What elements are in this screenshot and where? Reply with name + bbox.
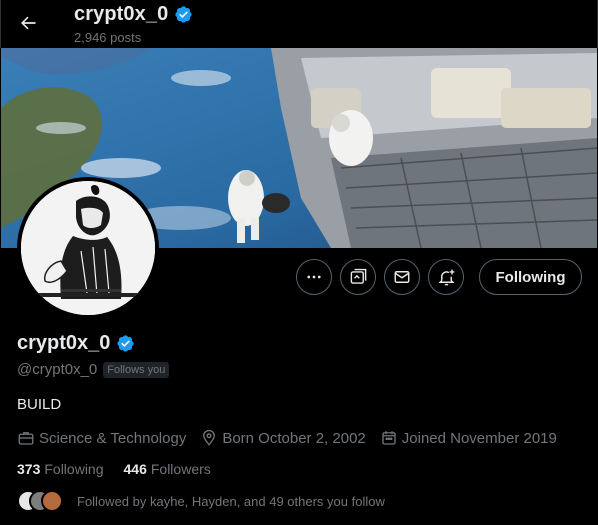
post-count: 2,946 posts xyxy=(74,30,142,45)
joined-item: Joined November 2019 xyxy=(380,429,557,447)
location-pin-icon xyxy=(203,429,216,446)
followers-count-link[interactable]: 446 Followers xyxy=(124,461,211,477)
profile-meta: Science & Technology Born October 2, 200… xyxy=(17,429,582,447)
bell-plus-icon xyxy=(437,269,455,285)
follower-avatars xyxy=(17,490,75,512)
envelope-icon xyxy=(394,271,410,283)
mini-avatar xyxy=(41,490,63,512)
verified-badge-icon xyxy=(175,6,192,23)
followers-label: Followers xyxy=(150,461,211,477)
followers-count: 446 xyxy=(123,461,147,477)
user-handle: @crypt0x_0 xyxy=(17,361,98,378)
birthday-item: Born October 2, 2002 xyxy=(200,429,366,447)
joined-label: Joined November 2019 xyxy=(401,429,557,447)
grok-icon xyxy=(350,268,366,284)
following-label: Following xyxy=(44,461,104,477)
born-label: Born October 2, 2002 xyxy=(222,429,366,447)
calendar-icon xyxy=(382,431,396,445)
message-button[interactable] xyxy=(384,259,420,295)
top-bar: crypt0x_0 2,946 posts xyxy=(0,0,598,48)
grok-analyze-button[interactable] xyxy=(340,259,376,295)
arrow-left-icon xyxy=(21,16,36,30)
bio: BUILD xyxy=(17,396,62,413)
followed-by-row[interactable]: Followed by kayhe, Hayden, and 49 others… xyxy=(17,490,582,512)
followed-by-text: Followed by kayhe, Hayden, and 49 others… xyxy=(77,493,385,509)
notifications-button[interactable] xyxy=(428,259,464,295)
back-button[interactable] xyxy=(11,6,45,40)
category-item: Science & Technology xyxy=(17,429,186,447)
profile-actions: Following xyxy=(296,259,582,295)
follows-you-badge: Follows you xyxy=(103,361,170,378)
following-count-link[interactable]: 373 Following xyxy=(17,461,104,477)
follow-counts: 373 Following 446 Followers xyxy=(17,461,582,477)
profile-info: crypt0x_0 @crypt0x_0 Follows you BUILD S… xyxy=(17,332,582,512)
display-name: crypt0x_0 xyxy=(17,332,111,354)
avatar[interactable] xyxy=(17,177,159,319)
more-icon xyxy=(307,275,321,279)
header-title: crypt0x_0 xyxy=(74,3,169,25)
more-button[interactable] xyxy=(296,259,332,295)
avatar-image xyxy=(21,181,155,315)
category-label: Science & Technology xyxy=(39,429,187,447)
following-button[interactable]: Following xyxy=(479,259,582,295)
verified-badge-icon[interactable] xyxy=(116,334,135,353)
briefcase-icon xyxy=(18,432,34,445)
following-count: 373 xyxy=(17,461,41,477)
